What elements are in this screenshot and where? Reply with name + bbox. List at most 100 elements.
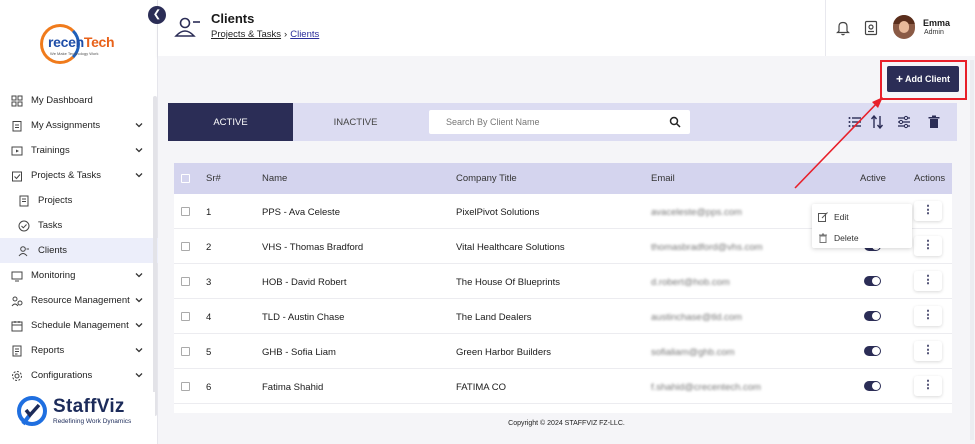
chevron-down-icon[interactable]	[134, 320, 144, 330]
row-email: avaceleste@pps.com	[651, 207, 742, 218]
edit-icon	[818, 212, 828, 222]
clients-icon	[18, 245, 30, 257]
active-toggle[interactable]	[864, 311, 881, 321]
trash-icon	[819, 233, 827, 243]
clipboard-icon	[11, 120, 23, 132]
row-company: FATIMA CO	[456, 382, 506, 393]
breadcrumb-separator: ›	[284, 29, 288, 40]
id-badge-icon[interactable]	[864, 20, 878, 36]
column-header-name[interactable]: Name	[262, 173, 287, 184]
sidebar-item-projects[interactable]: Projects	[0, 188, 158, 213]
menu-delete-label: Delete	[834, 233, 859, 243]
row-name[interactable]: PPS - Ava Celeste	[262, 207, 340, 218]
staffviz-logo-icon	[17, 396, 47, 426]
row-name[interactable]: TLD - Austin Chase	[262, 312, 344, 323]
trash-icon[interactable]	[927, 115, 941, 129]
chevron-down-icon[interactable]	[134, 370, 144, 380]
breadcrumb: Projects & Tasks › Clients	[211, 29, 319, 40]
sidebar-item-tasks[interactable]: Tasks	[0, 213, 158, 238]
table-row: 4 TLD - Austin Chase The Land Dealers au…	[174, 299, 952, 334]
user-role: Admin	[924, 29, 944, 36]
main-scrollbar[interactable]	[970, 60, 974, 440]
kebab-menu-icon: ⋮	[922, 344, 934, 356]
clients-header-icon	[174, 17, 200, 37]
active-toggle[interactable]	[864, 381, 881, 391]
sidebar-item-label: Reports	[31, 345, 65, 356]
sidebar-item-clients[interactable]: Clients	[0, 238, 158, 263]
chevron-down-icon[interactable]	[134, 145, 144, 155]
row-actions-button[interactable]: ⋮	[914, 306, 942, 326]
sidebar-collapse-button[interactable]: ❮	[148, 6, 166, 24]
page-title: Clients	[211, 11, 255, 26]
row-checkbox[interactable]	[181, 242, 190, 251]
row-actions-button[interactable]: ⋮	[914, 341, 942, 361]
row-email: f.shahid@crecentech.com	[651, 382, 761, 393]
row-checkbox[interactable]	[181, 277, 190, 286]
menu-item-edit[interactable]: Edit	[818, 209, 849, 225]
row-company: The House Of Blueprints	[456, 277, 561, 288]
row-checkbox[interactable]	[181, 382, 190, 391]
row-actions-button[interactable]: ⋮	[914, 236, 942, 256]
kebab-menu-icon: ⋮	[922, 309, 934, 321]
sidebar-item-my-assignments[interactable]: My Assignments	[0, 113, 158, 138]
avatar[interactable]	[893, 15, 915, 39]
breadcrumb-clients[interactable]: Clients	[290, 29, 319, 40]
sidebar-item-configurations[interactable]: Configurations	[0, 363, 158, 388]
row-name[interactable]: Fatima Shahid	[262, 382, 323, 393]
row-sr: 2	[206, 242, 212, 253]
monitor-icon	[11, 270, 23, 282]
user-name[interactable]: Emma	[923, 18, 950, 28]
menu-item-delete[interactable]: Delete	[818, 230, 859, 246]
row-actions-button[interactable]: ⋮	[914, 271, 942, 291]
row-checkbox[interactable]	[181, 347, 190, 356]
bell-icon[interactable]	[836, 20, 850, 36]
row-actions-button[interactable]: ⋮	[914, 201, 942, 221]
sidebar-item-monitoring[interactable]: Monitoring	[0, 263, 158, 288]
filter-sliders-icon[interactable]	[897, 115, 911, 129]
active-toggle[interactable]	[864, 276, 881, 286]
sidebar-scrollbar[interactable]	[153, 96, 157, 416]
add-client-button[interactable]: + Add Client	[887, 66, 959, 92]
row-name[interactable]: HOB - David Robert	[262, 277, 346, 288]
resource-icon	[11, 295, 23, 307]
row-checkbox[interactable]	[181, 312, 190, 321]
row-checkbox[interactable]	[181, 207, 190, 216]
chevron-down-icon[interactable]	[134, 170, 144, 180]
sidebar: recenTech We Make Technology Work My Das…	[0, 0, 158, 444]
row-name[interactable]: VHS - Thomas Bradford	[262, 242, 363, 253]
list-view-icon[interactable]	[848, 115, 862, 129]
chevron-down-icon[interactable]	[134, 295, 144, 305]
row-email: sofialiam@ghb.com	[651, 347, 735, 358]
sidebar-item-reports[interactable]: Reports	[0, 338, 158, 363]
sidebar-item-resource-management[interactable]: Resource Management	[0, 288, 158, 313]
sort-icon[interactable]	[870, 115, 884, 129]
sidebar-item-label: Configurations	[31, 370, 93, 381]
sidebar-item-label: Trainings	[31, 145, 70, 156]
brand-tagline: Redefining Work Dynamics	[53, 418, 132, 425]
row-name[interactable]: GHB - Sofia Liam	[262, 347, 336, 358]
table-row: 3 HOB - David Robert The House Of Bluepr…	[174, 264, 952, 299]
active-toggle[interactable]	[864, 346, 881, 356]
tab-active[interactable]: ACTIVE	[168, 103, 293, 141]
column-header-email[interactable]: Email	[651, 173, 675, 184]
select-all-checkbox[interactable]	[181, 174, 190, 183]
sidebar-item-schedule-management[interactable]: Schedule Management	[0, 313, 158, 338]
chevron-down-icon[interactable]	[134, 345, 144, 355]
column-header-sr[interactable]: Sr#	[206, 173, 221, 184]
column-header-company[interactable]: Company Title	[456, 173, 517, 184]
sidebar-item-trainings[interactable]: Trainings	[0, 138, 158, 163]
company-logo[interactable]: recenTech We Make Technology Work	[38, 22, 118, 66]
kebab-menu-icon: ⋮	[922, 379, 934, 391]
search-input[interactable]	[429, 110, 659, 134]
row-actions-button[interactable]: ⋮	[914, 376, 942, 396]
project-doc-icon	[18, 195, 30, 207]
search-icon[interactable]	[669, 116, 681, 128]
menu-edit-label: Edit	[834, 212, 849, 222]
chevron-down-icon[interactable]	[134, 120, 144, 130]
sidebar-item-my-dashboard[interactable]: My Dashboard	[0, 88, 158, 113]
chevron-down-icon[interactable]	[134, 270, 144, 280]
sidebar-item-projects-tasks[interactable]: Projects & Tasks	[0, 163, 158, 188]
tab-inactive[interactable]: INACTIVE	[293, 103, 418, 141]
breadcrumb-projects-tasks[interactable]: Projects & Tasks	[211, 29, 281, 40]
row-sr: 4	[206, 312, 212, 323]
